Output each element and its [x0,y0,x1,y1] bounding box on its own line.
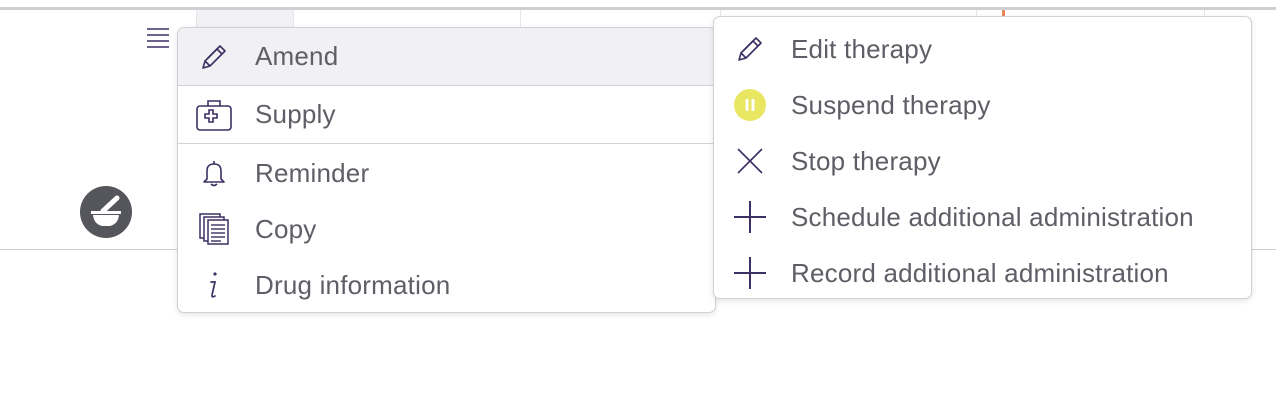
menu-item-reminder[interactable]: Reminder [178,145,715,201]
menu-item-record-additional-administration[interactable]: Record additional administration [714,245,1251,301]
menu-item-label: Edit therapy [791,33,933,64]
amend-submenu: Edit therapy Suspend therapy Stop therap… [713,16,1252,299]
menu-item-edit-therapy[interactable]: Edit therapy [714,21,1251,77]
plus-icon [730,197,770,237]
menu-item-drug-information[interactable]: Drug information [178,257,715,312]
menu-item-suspend-therapy[interactable]: Suspend therapy [714,77,1251,133]
menu-item-label: Schedule additional administration [791,201,1194,232]
bell-icon [194,153,234,193]
menu-item-label: Stop therapy [791,145,941,176]
info-icon [194,265,234,305]
menu-item-label: Reminder [255,157,370,188]
menu-item-label: Supply [255,99,336,129]
close-icon [730,141,770,181]
timeline-cell [196,10,294,28]
hamburger-icon[interactable] [146,26,170,48]
menu-item-label: Amend [255,41,339,71]
menu-item-copy[interactable]: Copy [178,201,715,257]
menu-item-label: Record additional administration [791,257,1169,288]
medical-kit-icon [194,95,234,135]
timeline-cell [520,10,721,28]
pencil-icon [194,37,234,77]
menu-item-schedule-additional-administration[interactable]: Schedule additional administration [714,189,1251,245]
menu-item-label: Drug information [255,269,451,300]
pencil-icon [730,29,770,69]
copy-documents-icon [194,209,234,249]
timeline-cell [292,10,521,28]
plus-icon [730,253,770,293]
pause-icon [730,85,770,125]
menu-item-supply[interactable]: Supply [178,86,715,144]
mortar-pestle-icon [80,186,132,238]
menu-item-label: Suspend therapy [791,89,991,120]
menu-item-amend[interactable]: Amend [178,28,715,86]
menu-item-label: Copy [255,213,317,244]
menu-item-stop-therapy[interactable]: Stop therapy [714,133,1251,189]
medication-actions-menu: Amend Supply Reminder Copy Drug informat… [177,27,716,313]
